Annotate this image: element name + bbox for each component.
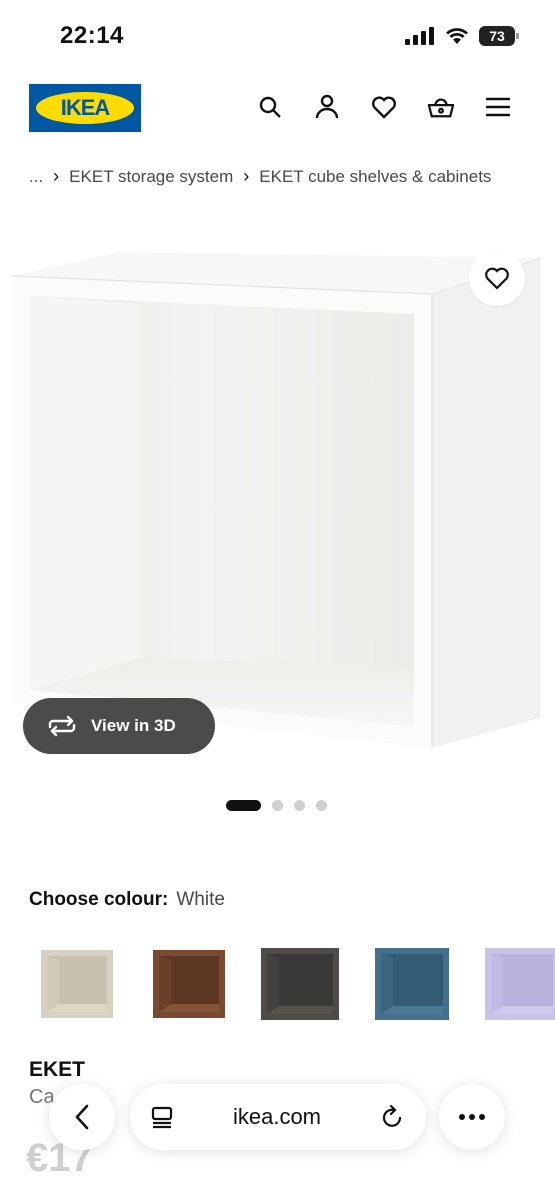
heart-icon	[485, 267, 509, 290]
basket-icon	[428, 98, 454, 118]
colour-selector-label: Choose colour: White	[29, 889, 225, 911]
battery-level: 73	[489, 28, 505, 44]
site-header: IKEA	[0, 84, 555, 132]
image-pager	[226, 800, 327, 811]
colour-swatch[interactable]	[481, 940, 555, 1026]
colour-swatch[interactable]	[143, 940, 239, 1026]
colour-swatches	[29, 940, 555, 1030]
wifi-icon	[446, 28, 468, 44]
pager-dot[interactable]	[316, 800, 327, 811]
chevron-left-icon	[75, 1104, 89, 1130]
battery-icon: 73	[479, 26, 519, 46]
status-time: 22:14	[60, 22, 124, 49]
view-in-3d-button[interactable]: View in 3D	[23, 698, 215, 754]
save-favourite-button[interactable]	[469, 250, 525, 306]
breadcrumb-eket-storage-system[interactable]: EKET storage system	[69, 167, 233, 187]
back-button[interactable]	[49, 1084, 115, 1150]
rotate-3d-icon	[48, 715, 76, 737]
cube-swatch-image	[41, 950, 113, 1018]
profile-button[interactable]	[314, 94, 340, 120]
selected-colour: White	[176, 889, 225, 910]
colour-swatch[interactable]	[369, 940, 465, 1026]
favourites-button[interactable]	[371, 94, 397, 120]
search-icon	[259, 96, 281, 118]
address-bar[interactable]: ikea.com	[130, 1084, 426, 1150]
cube-swatch-image	[153, 950, 225, 1018]
view-in-3d-label: View in 3D	[91, 716, 176, 735]
ikea-logo[interactable]: IKEA	[29, 84, 141, 132]
menu-button[interactable]	[485, 94, 511, 120]
heart-icon	[372, 96, 396, 119]
product-image[interactable]	[0, 248, 555, 758]
status-bar: 22:14 73	[0, 0, 555, 72]
colour-swatch[interactable]	[29, 940, 125, 1026]
breadcrumb-ellipsis[interactable]: ...	[29, 167, 43, 187]
status-icons: 73	[405, 26, 519, 46]
search-button[interactable]	[257, 94, 283, 120]
signal-icon	[405, 27, 434, 45]
breadcrumb-eket-cube-shelves[interactable]: EKET cube shelves & cabinets	[259, 167, 491, 187]
product-name: EKET	[29, 1058, 86, 1081]
header-nav	[257, 94, 511, 120]
more-options-button[interactable]	[439, 1084, 505, 1150]
cube-swatch-image	[375, 948, 449, 1020]
logo-text: IKEA	[36, 92, 134, 124]
cube-swatch-image	[261, 948, 339, 1020]
pager-dot[interactable]	[272, 800, 283, 811]
url-text: ikea.com	[232, 1104, 322, 1129]
breadcrumb-separator: ›	[243, 166, 250, 186]
browser-toolbar: ikea.com	[0, 1084, 555, 1154]
pager-dot[interactable]	[294, 800, 305, 811]
reload-icon[interactable]	[380, 1105, 404, 1129]
colour-swatch[interactable]	[255, 940, 351, 1026]
cube-swatch-image	[485, 948, 555, 1020]
choose-colour-label: Choose colour:	[29, 889, 169, 910]
tabs-icon	[151, 1106, 173, 1129]
pager-dot[interactable]	[226, 800, 261, 811]
more-icon	[459, 1114, 485, 1120]
menu-icon	[486, 97, 510, 117]
basket-button[interactable]	[428, 94, 454, 120]
profile-icon	[315, 94, 339, 119]
breadcrumb-separator: ›	[53, 166, 60, 186]
breadcrumb: ... › EKET storage system › EKET cube sh…	[29, 166, 491, 187]
